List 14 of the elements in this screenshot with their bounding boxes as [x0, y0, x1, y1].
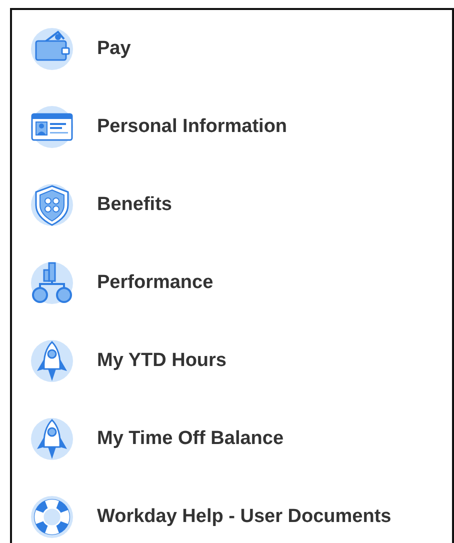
- menu-link[interactable]: Benefits: [97, 194, 172, 216]
- menu-link[interactable]: Pay: [97, 38, 131, 60]
- menu-link[interactable]: Workday Help - User Documents: [97, 506, 392, 528]
- menu-link[interactable]: My YTD Hours: [97, 350, 227, 372]
- org-chart-icon: [30, 261, 74, 305]
- menu-link[interactable]: Performance: [97, 272, 214, 294]
- rocket-icon: [30, 339, 74, 383]
- rocket-icon: [30, 417, 74, 461]
- menu-link[interactable]: My Time Off Balance: [97, 428, 284, 450]
- shield-icon: [30, 183, 74, 227]
- menu-link[interactable]: Personal Information: [97, 116, 288, 138]
- id-card-icon: [30, 105, 74, 149]
- wallet-icon: [30, 27, 74, 71]
- lifebuoy-icon: [30, 495, 74, 539]
